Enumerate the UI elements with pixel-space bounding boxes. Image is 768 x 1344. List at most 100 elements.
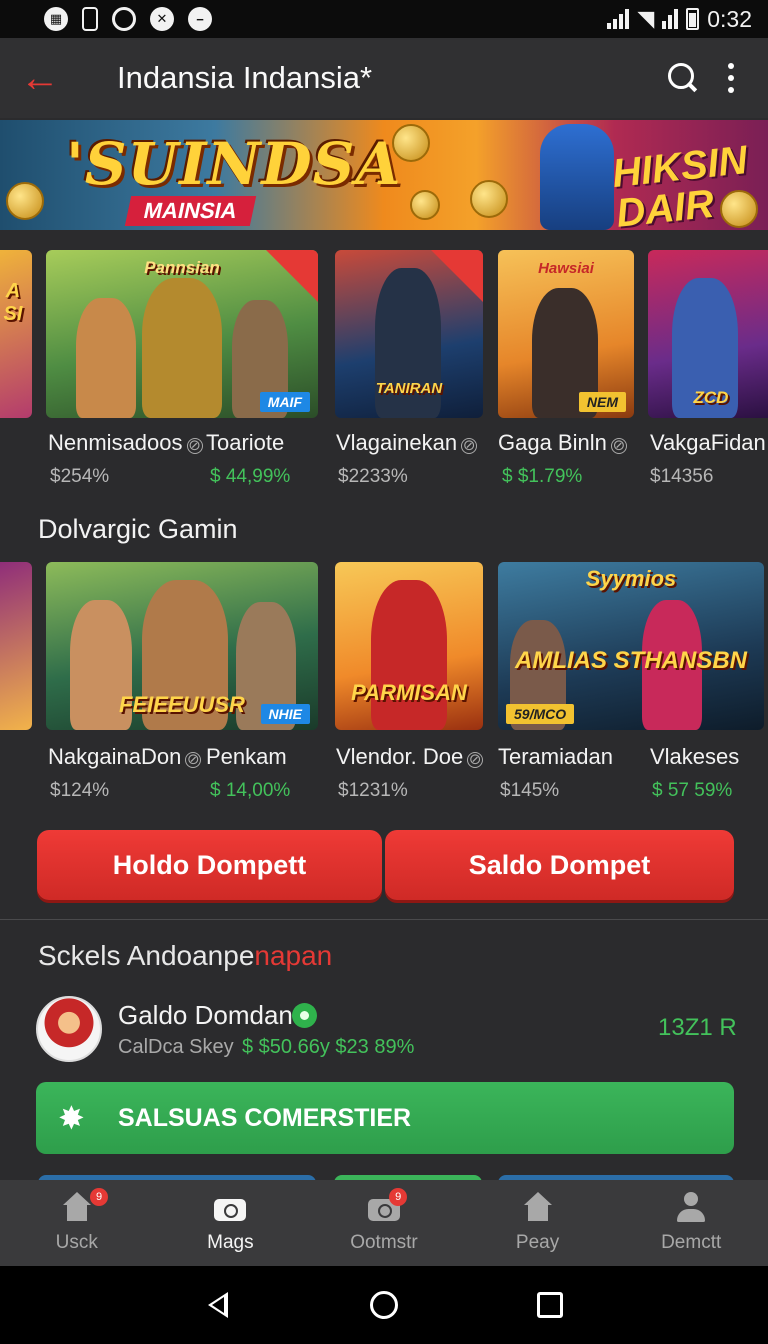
profile-icon	[674, 1192, 708, 1224]
saldo-dompet-button[interactable]: Saldo Dompet	[385, 830, 734, 900]
recent-section-title: Sckels Andoanpenapan	[38, 940, 333, 971]
news-icon: ▦	[44, 7, 68, 31]
minus-icon: −	[188, 7, 212, 31]
game-badge: NHIE	[260, 704, 310, 724]
game-card[interactable]: Hawsiai NEM	[498, 250, 634, 418]
game-title[interactable]: Penkam	[206, 744, 287, 770]
user-score: 13Z1 R	[658, 1014, 737, 1041]
game-card[interactable]: ZCD	[648, 250, 768, 418]
promo-button[interactable]: ✸ SALSUAS COMERSTIER	[36, 1082, 734, 1154]
info-icon: ⊘	[461, 437, 478, 454]
game-logo-top: Syymios	[585, 566, 677, 591]
game-card[interactable]: FEIEEUUSR NHIE	[46, 562, 318, 730]
avatar[interactable]	[36, 996, 102, 1062]
game-price: $124%	[50, 780, 110, 801]
xbox-icon: ✕	[150, 7, 174, 31]
info-icon: ⊘	[467, 751, 484, 768]
game-title[interactable]: NakgainaDon ⊘	[48, 744, 202, 770]
promo-banner[interactable]: 'SUINDSA MAINSIA HIKSIN DAIR	[0, 120, 768, 230]
banner-title: 'SUINDSA	[66, 130, 402, 198]
game-logo: AMLIAS STHANSBN	[515, 647, 747, 674]
game-title[interactable]: VakgaFidan	[650, 430, 766, 456]
section-title: Dolvargic Gamin	[38, 514, 238, 544]
info-icon: ⊘	[610, 437, 627, 454]
square-recents-icon	[537, 1292, 563, 1318]
system-nav-bar	[0, 1266, 768, 1344]
game-card[interactable]: TANIRAN	[335, 250, 483, 418]
nav-label: Usck	[55, 1232, 98, 1253]
game-price: $ 14,00%	[210, 780, 291, 801]
wifi-icon: ◥	[637, 6, 655, 31]
status-bar: ▦ ✕ − ◥ 0:32	[0, 0, 768, 38]
nav-label: Mags	[207, 1232, 254, 1253]
game-card[interactable]	[0, 562, 32, 730]
divider	[0, 919, 768, 920]
game-title[interactable]: Nenmisadoos ⊘	[48, 430, 203, 456]
user-name[interactable]: Galdo Domdan	[118, 1000, 293, 1031]
game-price: $145%	[500, 780, 560, 801]
nav-item-usck[interactable]: 9 Usck	[0, 1180, 154, 1266]
game-card[interactable]: Pannsian MAIF	[46, 250, 318, 418]
home-icon	[521, 1192, 555, 1224]
game-price: $ 57 59%	[652, 780, 733, 801]
game-logo: TANIRAN	[375, 380, 443, 397]
system-indicators: ◥ 0:32	[607, 6, 752, 33]
game-card[interactable]: PARMISAN	[335, 562, 483, 730]
system-back-button[interactable]	[135, 1292, 301, 1318]
banner-right-text: HIKSIN DAIR	[610, 138, 750, 230]
badge-star-icon: ✸	[58, 1100, 85, 1136]
game-title[interactable]: Teramiadan	[498, 744, 613, 770]
clock: 0:32	[707, 5, 752, 32]
battery-icon	[686, 8, 700, 30]
game-title[interactable]: Toariote	[206, 430, 284, 456]
game-badge: 59/MCO	[506, 704, 575, 724]
game-title[interactable]: Vlakeses	[650, 744, 739, 770]
nav-item-peay[interactable]: Peay	[461, 1180, 615, 1266]
game-price: $254%	[50, 466, 110, 487]
game-card[interactable]: A SI	[0, 250, 32, 418]
notification-badge: 9	[389, 1188, 408, 1206]
signal-icon	[607, 9, 630, 29]
nav-item-demctt[interactable]: Demctt	[614, 1180, 768, 1266]
banner-subtitle: MAINSIA	[124, 196, 257, 226]
camera-icon	[213, 1192, 247, 1224]
game-price: $ $1.79%	[502, 466, 583, 487]
game-badge: MAIF	[259, 392, 310, 412]
game-logo: PARMISAN	[351, 680, 467, 705]
game-title[interactable]: Gaga Binln ⊘	[498, 430, 627, 456]
back-button[interactable]: ←	[0, 38, 80, 118]
signal-icon-2	[662, 9, 679, 29]
sync-icon	[112, 7, 136, 31]
nav-item-mags[interactable]: Mags	[154, 1180, 308, 1266]
notification-badge: 9	[90, 1188, 108, 1206]
game-card[interactable]: Syymios AMLIAS STHANSBN 59/MCO	[498, 562, 764, 730]
game-price: $ 44,99%	[210, 466, 291, 487]
bottom-nav: 9 Usck Mags 9 Ootmstr Peay Demctt	[0, 1180, 768, 1266]
nav-item-ootmstr[interactable]: 9 Ootmstr	[307, 1180, 461, 1266]
nav-label: Ootmstr	[350, 1232, 418, 1253]
holdo-dompett-button[interactable]: Holdo Dompett	[37, 830, 382, 900]
game-title[interactable]: Vlagainekan ⊘	[336, 430, 478, 456]
game-title[interactable]: Vlendor. Doe ⊘	[336, 744, 484, 770]
search-icon[interactable]	[668, 63, 698, 93]
nav-label: Demctt	[661, 1232, 722, 1253]
page-title: Indansia Indansia*	[117, 60, 373, 95]
phone-icon	[82, 7, 98, 31]
info-icon: ⊘	[185, 751, 202, 768]
promo-button-label: SALSUAS COMERSTIER	[118, 1103, 412, 1132]
home-icon	[60, 1192, 94, 1224]
banner-hero-image	[540, 124, 614, 230]
system-home-button[interactable]	[301, 1291, 467, 1319]
user-amount: $ $50.66y $23 89%	[242, 1036, 415, 1058]
info-icon: ⊘	[186, 437, 203, 454]
more-vert-icon[interactable]	[728, 63, 734, 93]
notification-icons: ▦ ✕ −	[44, 7, 212, 31]
game-badge: NEM	[578, 392, 626, 412]
arrow-left-icon: ←	[20, 55, 60, 100]
game-logo: A SI	[3, 280, 23, 325]
game-price: $14356	[650, 466, 714, 487]
game-price: $1231%	[338, 780, 408, 801]
game-logo: Hawsiai	[538, 260, 594, 277]
nav-label: Peay	[515, 1232, 560, 1253]
system-recents-button[interactable]	[467, 1292, 633, 1318]
